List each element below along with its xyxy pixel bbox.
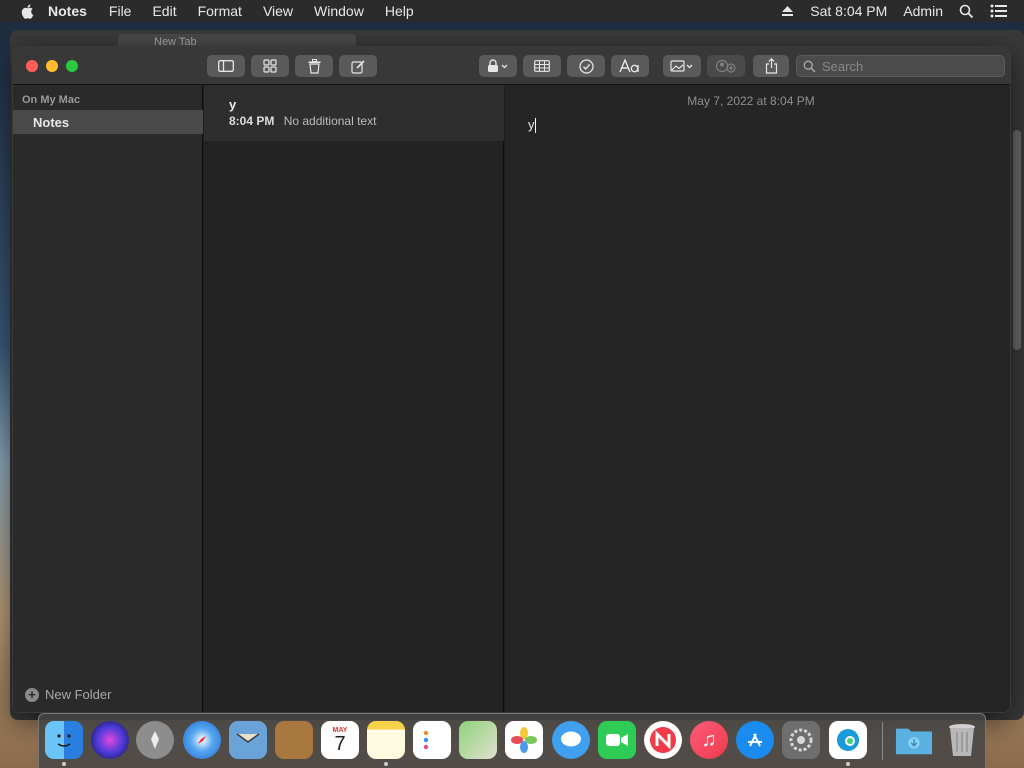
apple-menu-icon[interactable] <box>20 3 36 19</box>
note-meta: 8:04 PM No additional text <box>229 114 376 128</box>
plus-circle-icon: + <box>25 687 39 702</box>
menu-format[interactable]: Format <box>198 3 242 19</box>
menu-edit[interactable]: Edit <box>152 3 176 19</box>
new-folder-label: New Folder <box>45 687 112 702</box>
menu-file[interactable]: File <box>109 3 132 19</box>
note-title: y <box>229 97 237 112</box>
compose-icon <box>350 59 365 74</box>
note-list: y 8:04 PM No additional text <box>204 85 504 712</box>
search-field[interactable] <box>796 55 1005 77</box>
menu-help[interactable]: Help <box>385 3 414 19</box>
launchpad-icon[interactable] <box>136 721 174 759</box>
app-store-icon[interactable] <box>736 721 774 759</box>
toolbar <box>13 47 1010 85</box>
notes-icon[interactable] <box>367 721 405 759</box>
note-preview: No additional text <box>283 114 377 128</box>
reminders-icon[interactable] <box>413 721 451 759</box>
facetime-icon[interactable] <box>598 721 636 759</box>
share-button[interactable] <box>753 55 789 77</box>
siri-icon[interactable] <box>91 721 129 759</box>
music-icon[interactable]: ♫ <box>690 721 728 759</box>
dock-separator <box>882 722 883 760</box>
sidebar-icon <box>218 60 234 72</box>
note-body[interactable]: y <box>528 117 536 134</box>
note-time: 8:04 PM <box>229 114 275 128</box>
photos-icon[interactable] <box>505 721 543 759</box>
contacts-icon[interactable] <box>275 721 313 759</box>
calendar-day: 7 <box>334 732 346 755</box>
search-input[interactable] <box>822 58 992 74</box>
eject-icon[interactable] <box>781 5 794 17</box>
background-scrollbar[interactable] <box>1013 130 1021 350</box>
menu-window[interactable]: Window <box>314 3 364 19</box>
menu-bar: Notes File Edit Format View Window Help … <box>0 0 1024 22</box>
add-people-icon <box>715 59 736 73</box>
text-format-icon <box>619 59 639 73</box>
notes-window: On My Mac Notes + New Folder y 8:04 PM N… <box>12 46 1011 713</box>
lock-icon <box>488 59 508 72</box>
trash-icon[interactable] <box>943 721 981 759</box>
maps-icon[interactable] <box>459 721 497 759</box>
menu-app-notes[interactable]: Notes <box>48 3 87 19</box>
menubar-clock[interactable]: Sat 8:04 PM <box>810 3 887 19</box>
control-center-icon[interactable] <box>990 4 1008 18</box>
toggle-sidebar-button[interactable] <box>207 55 245 77</box>
safari-icon[interactable] <box>183 721 221 759</box>
finder-running-indicator <box>62 762 66 766</box>
gallery-view-button[interactable] <box>251 55 289 77</box>
new-folder-button[interactable]: + New Folder <box>25 687 111 702</box>
media-button[interactable] <box>663 55 701 77</box>
messages-icon[interactable] <box>552 721 590 759</box>
menubar-user[interactable]: Admin <box>903 3 943 19</box>
edge-running-indicator <box>846 762 850 766</box>
search-icon <box>803 60 816 73</box>
edge-icon[interactable] <box>829 721 867 759</box>
finder-icon[interactable] <box>45 721 83 759</box>
news-icon[interactable] <box>644 721 682 759</box>
menu-view[interactable]: View <box>263 3 293 19</box>
delete-note-button[interactable] <box>295 55 333 77</box>
mail-icon[interactable] <box>229 721 267 759</box>
dock: MAY 7 ♫ <box>38 713 986 768</box>
table-button[interactable] <box>523 55 561 77</box>
close-window-button[interactable] <box>26 60 38 72</box>
new-note-button[interactable] <box>339 55 377 77</box>
folders-sidebar: On My Mac Notes + New Folder <box>13 85 203 712</box>
sidebar-section-title: On My Mac <box>22 94 81 106</box>
lock-note-button[interactable] <box>479 55 517 77</box>
spotlight-search-icon[interactable] <box>959 4 974 19</box>
format-button[interactable] <box>611 55 649 77</box>
photo-icon <box>670 59 693 72</box>
list-item[interactable]: y 8:04 PM No additional text <box>204 85 504 141</box>
table-icon <box>534 60 550 72</box>
sidebar-item-notes[interactable]: Notes <box>13 110 203 134</box>
notes-running-indicator <box>384 762 388 766</box>
grid-icon <box>263 59 277 73</box>
text-cursor <box>534 118 536 134</box>
downloads-folder-icon[interactable] <box>895 721 933 759</box>
trash-icon <box>308 58 320 74</box>
note-date: May 7, 2022 at 8:04 PM <box>687 94 815 108</box>
note-editor[interactable]: May 7, 2022 at 8:04 PM y <box>505 85 1010 712</box>
checkmark-circle-icon <box>578 58 594 74</box>
system-preferences-icon[interactable] <box>782 721 820 759</box>
zoom-window-button[interactable] <box>66 60 78 72</box>
checklist-button[interactable] <box>567 55 605 77</box>
minimize-window-button[interactable] <box>46 60 58 72</box>
share-icon <box>765 58 777 74</box>
calendar-icon[interactable]: MAY 7 <box>321 721 359 759</box>
music-note-glyph: ♫ <box>701 728 717 751</box>
collaborate-button[interactable] <box>707 55 745 77</box>
